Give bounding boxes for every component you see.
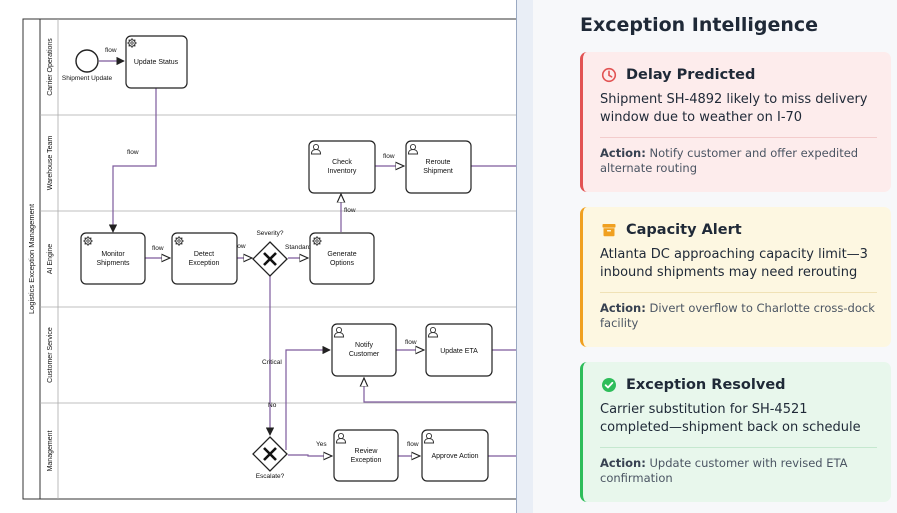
- start-event-label: Shipment Update: [62, 75, 113, 82]
- svg-text:Reroute: Reroute: [426, 159, 451, 166]
- task-detect-exception[interactable]: Detect Exception: [171, 232, 238, 285]
- alert-action: Action: Update customer with revised ETA…: [600, 456, 848, 485]
- svg-text:Options: Options: [330, 260, 355, 267]
- divider: [600, 137, 877, 138]
- flow-label: flow: [407, 441, 419, 448]
- lane-label-carrier: Carrier Operations: [47, 38, 54, 96]
- svg-text:Update ETA: Update ETA: [440, 348, 478, 355]
- gateway-severity-label: Severity?: [256, 230, 283, 237]
- lane-label-customer: Customer Service: [47, 327, 54, 383]
- flow-label-critical: Critical: [262, 359, 282, 366]
- svg-text:Exception: Exception: [189, 260, 220, 267]
- gateway-escalate-label: Escalate?: [256, 473, 285, 480]
- flow-label-standard: Standard: [285, 244, 312, 251]
- alert-card-capacity[interactable]: Capacity Alert Atlanta DC approaching ca…: [580, 207, 891, 347]
- svg-text:Customer: Customer: [349, 351, 380, 358]
- pool-label: Logistics Exception Management: [27, 203, 36, 314]
- bpmn-diagram: Logistics Exception Management Carrier O…: [22, 18, 516, 500]
- flow-label: flow: [127, 149, 139, 156]
- task-approve-action[interactable]: Approve Action: [421, 429, 489, 482]
- app-stage: Logistics Exception Management Carrier O…: [0, 0, 897, 513]
- bpmn-diagram-canvas[interactable]: Logistics Exception Management Carrier O…: [0, 0, 517, 513]
- panel-title: Exception Intelligence: [580, 14, 819, 36]
- svg-text:Update Status: Update Status: [134, 59, 179, 66]
- divider: [600, 292, 877, 293]
- svg-text:Notify: Notify: [355, 342, 373, 349]
- flow-label: flow: [344, 207, 356, 214]
- flow-label: flow: [152, 245, 164, 252]
- flow-label-no: No: [268, 402, 277, 409]
- svg-text:Review: Review: [355, 448, 379, 455]
- lane-label-ai: AI Engine: [47, 244, 54, 274]
- task-update-status[interactable]: Update Status: [125, 35, 188, 89]
- alert-title: Delay Predicted: [626, 66, 756, 83]
- lane-label-management: Management: [47, 431, 54, 472]
- clock-icon: [600, 66, 617, 83]
- alert-title: Capacity Alert: [626, 221, 742, 238]
- task-update-eta[interactable]: Update ETA: [425, 323, 493, 377]
- archive-box-icon: [600, 221, 617, 238]
- task-review-exception[interactable]: Review Exception: [333, 429, 399, 482]
- svg-text:Inventory: Inventory: [328, 168, 357, 175]
- alert-body: Shipment SH-4892 likely to miss delivery…: [600, 92, 868, 125]
- svg-text:Detect: Detect: [194, 251, 214, 258]
- exception-intelligence-panel: Exception Intelligence Delay Predicted S…: [533, 0, 897, 513]
- flow-label-yes: Yes: [316, 441, 327, 448]
- task-notify-customer[interactable]: Notify Customer: [331, 323, 397, 377]
- alert-title: Exception Resolved: [626, 376, 786, 393]
- alert-card-delay[interactable]: Delay Predicted Shipment SH-4892 likely …: [580, 52, 891, 192]
- task-check-inventory[interactable]: Check Inventory: [308, 140, 376, 194]
- task-generate-options[interactable]: Generate Options: [309, 232, 375, 285]
- check-circle-icon: [600, 376, 617, 393]
- divider: [600, 447, 877, 448]
- lane-label-warehouse: Warehouse Team: [47, 136, 54, 191]
- svg-text:Shipment: Shipment: [423, 168, 453, 175]
- alert-action: Action: Notify customer and offer expedi…: [600, 146, 859, 175]
- task-monitor-shipments[interactable]: Monitor Shipments: [80, 232, 146, 285]
- alert-body: Atlanta DC approaching capacity limit—3 …: [600, 247, 868, 280]
- svg-text:Approve Action: Approve Action: [431, 453, 478, 460]
- alert-action: Action: Divert overflow to Charlotte cro…: [600, 301, 875, 330]
- alert-card-resolved[interactable]: Exception Resolved Carrier substitution …: [580, 362, 891, 502]
- alert-body: Carrier substitution for SH-4521 complet…: [600, 402, 861, 435]
- svg-text:Monitor: Monitor: [101, 251, 125, 258]
- svg-text:Exception: Exception: [351, 457, 382, 464]
- svg-text:Check: Check: [332, 159, 352, 166]
- flow-label: flow: [405, 339, 417, 346]
- flow-label: flow: [105, 47, 117, 54]
- svg-text:Shipments: Shipments: [96, 260, 130, 267]
- start-event[interactable]: [75, 49, 99, 73]
- flow-label: flow: [383, 153, 395, 160]
- svg-text:Generate: Generate: [327, 251, 356, 258]
- task-reroute-shipment[interactable]: Reroute Shipment: [405, 140, 472, 194]
